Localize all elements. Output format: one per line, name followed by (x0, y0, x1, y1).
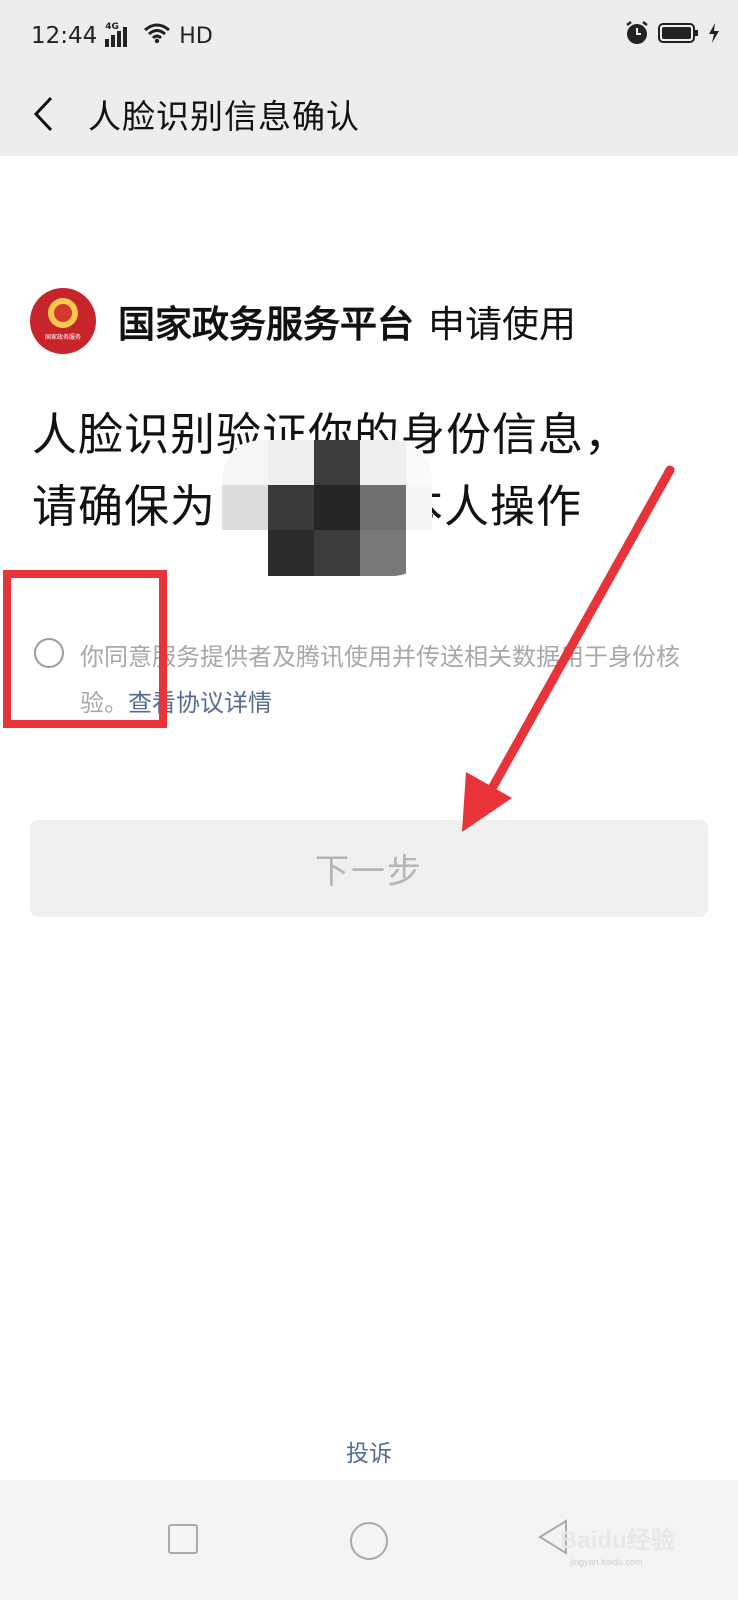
home-button[interactable] (350, 1522, 388, 1560)
annotation-highlight-box (3, 570, 167, 728)
watermark: Baidu经验 jingyan.baidu.com (560, 1520, 675, 1567)
app-name: 国家政务服务平台 (118, 303, 414, 346)
privacy-mosaic (222, 440, 432, 576)
app-logo-caption: 国家政务服务 (44, 334, 81, 341)
page-title: 人脸识别信息确认 (88, 97, 360, 136)
consent-text: 你同意服务提供者及腾讯使用并传送相关数据用于身份核验。查看协议详情 (80, 634, 714, 726)
app-logo: 国家政务服务 (30, 288, 96, 354)
next-step-button[interactable]: 下一步 (30, 820, 708, 917)
status-right (624, 20, 720, 52)
battery-icon (658, 22, 700, 50)
status-bar: 12:44 4G HD (0, 0, 738, 72)
status-left: 12:44 4G HD (31, 22, 213, 50)
recent-apps-button[interactable] (168, 1524, 198, 1554)
charging-icon (708, 23, 720, 49)
app-request-suffix: 申请使用 (428, 303, 576, 346)
watermark-brand: Baidu经验 (560, 1527, 675, 1554)
wifi-label: HD (179, 23, 213, 49)
complain-link[interactable]: 投诉 (0, 1434, 738, 1468)
back-button[interactable] (8, 72, 78, 156)
statement-prefix: 请确保为 (32, 480, 217, 533)
navigation-bar: 人脸识别信息确认 (0, 72, 738, 156)
chevron-left-icon (33, 96, 53, 132)
annotation-arrow (462, 465, 675, 832)
status-time: 12:44 (31, 23, 98, 49)
app-request-row: 国家政务服务 国家政务服务平台 申请使用 (30, 288, 576, 354)
alarm-icon (624, 20, 650, 52)
cellular-signal-icon: 4G (105, 22, 135, 47)
wifi-icon (143, 22, 171, 50)
watermark-url: jingyan.baidu.com (570, 1557, 643, 1567)
